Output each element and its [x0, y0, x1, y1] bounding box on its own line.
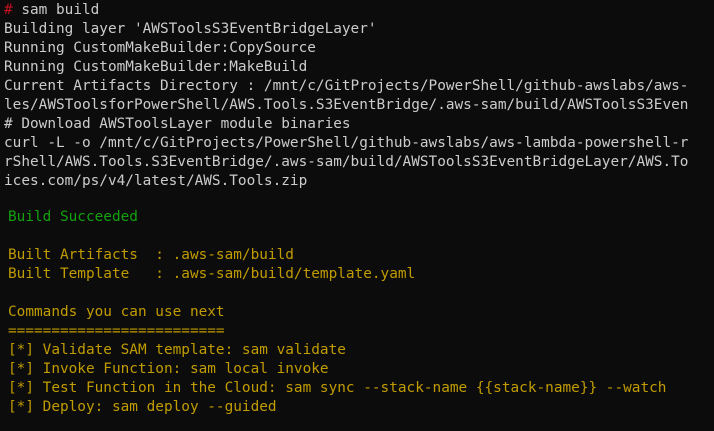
command-suggestion: [*] Deploy: sam deploy --guided [8, 399, 277, 415]
output-line: # Download AWSToolsLayer module binaries [4, 116, 351, 132]
built-artifacts: Built Artifacts : .aws-sam/build [8, 247, 294, 263]
command-suggestion: [*] Test Function in the Cloud: sam sync… [8, 380, 667, 396]
output-line: Running CustomMakeBuilder:CopySource [4, 40, 316, 56]
separator: ========================= [8, 323, 225, 339]
output-line: Running CustomMakeBuilder:MakeBuild [4, 59, 308, 75]
build-status: Build Succeeded [8, 209, 138, 225]
terminal-window[interactable]: # sam build Building layer 'AWSToolsS3Ev… [0, 0, 714, 431]
built-template: Built Template : .aws-sam/build/template… [8, 266, 416, 282]
prompt-symbol: # [4, 2, 13, 18]
commands-heading: Commands you can use next [8, 304, 225, 320]
output-line: Building layer 'AWSToolsS3EventBridgeLay… [4, 21, 377, 37]
command-line: # sam build [4, 1, 99, 20]
output-line: Current Artifacts Directory : /mnt/c/Git… [4, 78, 689, 94]
command-suggestion: [*] Validate SAM template: sam validate [8, 342, 346, 358]
command-text: sam build [12, 2, 100, 18]
output-line: les/AWSToolsforPowerShell/AWS.Tools.S3Ev… [4, 97, 689, 113]
output-line: rShell/AWS.Tools.S3EventBridge/.aws-sam/… [4, 154, 689, 170]
output-line: curl -L -o /mnt/c/GitProjects/PowerShell… [4, 135, 689, 151]
output-line: ices.com/ps/v4/latest/AWS.Tools.zip [4, 173, 308, 189]
command-suggestion: [*] Invoke Function: sam local invoke [8, 361, 329, 377]
